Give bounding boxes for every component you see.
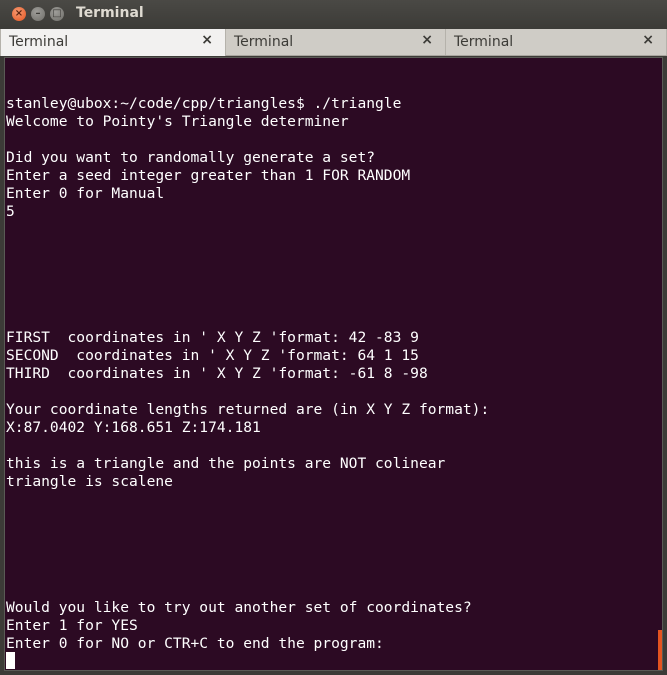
terminal-line: FIRST coordinates in ' X Y Z 'format: 42…	[6, 329, 419, 346]
close-tab-icon[interactable]: ×	[642, 32, 654, 48]
tab-terminal-3[interactable]: Terminal ×	[446, 29, 667, 55]
maximize-window-icon[interactable]: □	[50, 7, 64, 21]
terminal-line: Enter 0 for Manual	[6, 185, 165, 202]
tab-label: Terminal	[454, 34, 514, 50]
terminal-line: this is a triangle and the points are NO…	[6, 455, 446, 472]
terminal-line: Enter a seed integer greater than 1 FOR …	[6, 167, 411, 184]
close-tab-icon[interactable]: ×	[201, 32, 213, 48]
tab-label: Terminal	[234, 34, 294, 50]
terminal-line: Did you want to randomally generate a se…	[6, 149, 376, 166]
tab-bar: Terminal × Terminal × Terminal ×	[0, 29, 667, 56]
close-tab-icon[interactable]: ×	[421, 32, 433, 48]
terminal-line: triangle is scalene	[6, 473, 173, 490]
terminal-line: 5	[6, 203, 15, 220]
window-title: Terminal	[76, 5, 144, 21]
tab-label: Terminal	[9, 34, 69, 50]
terminal-output[interactable]: stanley@ubox:~/code/cpp/triangles$ ./tri…	[4, 57, 663, 671]
terminal-line: Would you like to try out another set of…	[6, 599, 472, 616]
terminal-line: THIRD coordinates in ' X Y Z 'format: -6…	[6, 365, 428, 382]
terminal-line: stanley@ubox:~/code/cpp/triangles$ ./tri…	[6, 95, 402, 112]
terminal-line: Enter 1 for YES	[6, 617, 138, 634]
terminal-line: Welcome to Pointy's Triangle determiner	[6, 113, 349, 130]
terminal-line: X:87.0402 Y:168.651 Z:174.181	[6, 419, 261, 436]
title-bar[interactable]: × – □ Terminal	[0, 0, 667, 29]
tab-terminal-2[interactable]: Terminal ×	[226, 29, 446, 55]
terminal-line: Enter 0 for NO or CTR+C to end the progr…	[6, 635, 384, 652]
scrollbar-thumb[interactable]	[658, 630, 662, 670]
close-window-icon[interactable]: ×	[12, 7, 26, 21]
terminal-window: × – □ Terminal Terminal × Terminal × Ter…	[0, 0, 667, 675]
minimize-window-icon[interactable]: –	[31, 7, 45, 21]
text-cursor	[6, 652, 15, 669]
terminal-line: Your coordinate lengths returned are (in…	[6, 401, 490, 418]
terminal-line: SECOND coordinates in ' X Y Z 'format: 6…	[6, 347, 419, 364]
tab-terminal-1[interactable]: Terminal ×	[0, 29, 226, 56]
